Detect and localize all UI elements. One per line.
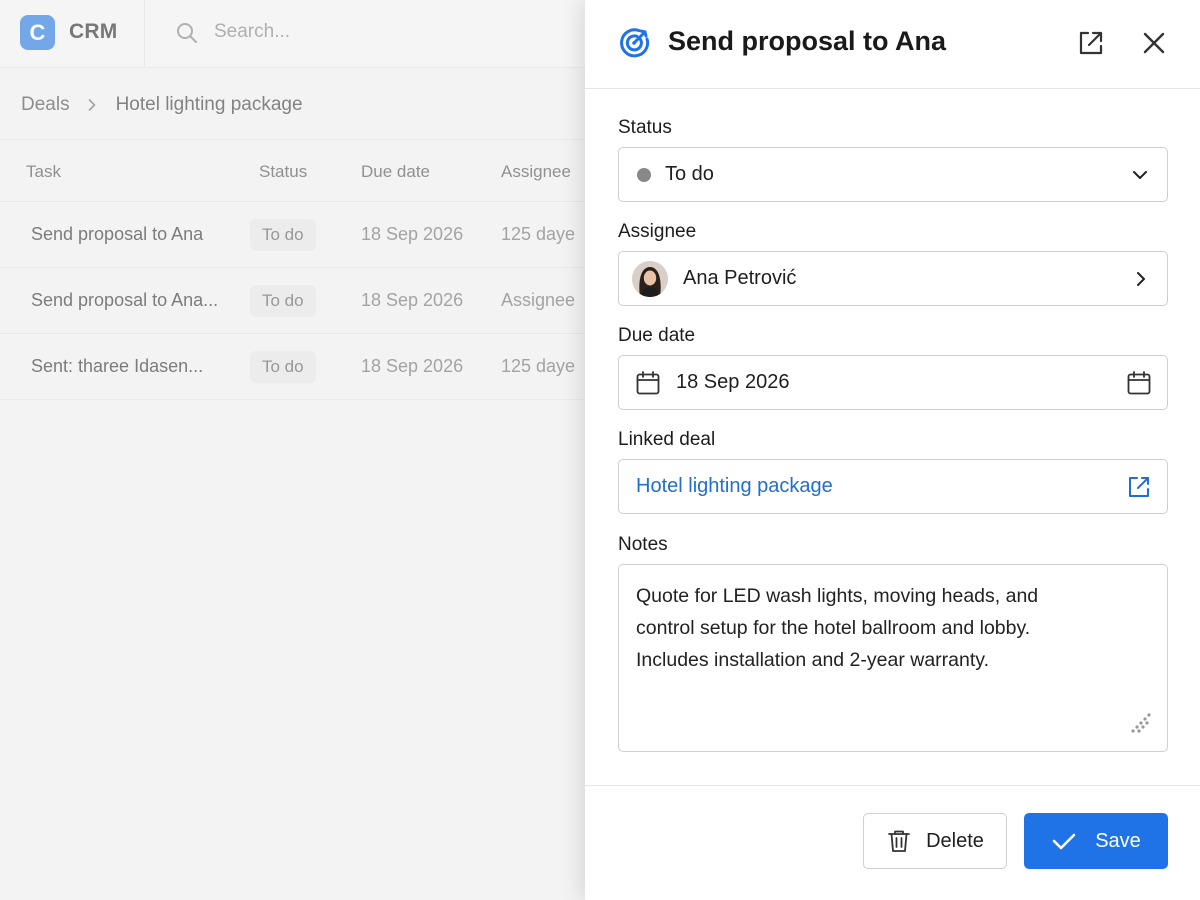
- due-date-value: 18 Sep 2026: [676, 371, 790, 393]
- check-icon: [1052, 833, 1076, 850]
- panel-header: Send proposal to Ana: [585, 0, 1200, 89]
- task-detail-panel: Send proposal to Ana Status To do Assign…: [585, 0, 1200, 900]
- status-select[interactable]: To do: [618, 147, 1168, 202]
- delete-label: Delete: [926, 829, 984, 852]
- panel-title: Send proposal to Ana: [668, 26, 947, 56]
- chevron-right-icon: [1137, 272, 1145, 286]
- assignee-value: Ana Petrović: [683, 267, 797, 289]
- close-icon[interactable]: [1138, 27, 1170, 59]
- calendar-icon: [636, 371, 660, 395]
- assignee-label: Assignee: [618, 221, 697, 242]
- avatar: [632, 261, 668, 297]
- calendar-picker-icon[interactable]: [1125, 369, 1153, 397]
- target-icon: [620, 28, 650, 58]
- save-button[interactable]: Save: [1024, 813, 1168, 869]
- linked-deal-field[interactable]: Hotel lighting package: [618, 459, 1168, 514]
- resize-handle-icon[interactable]: [1125, 709, 1155, 739]
- notes-text: Quote for LED wash lights, moving heads,…: [636, 585, 1039, 671]
- assignee-field[interactable]: Ana Petrović: [618, 251, 1168, 306]
- linked-deal-label: Linked deal: [618, 429, 716, 450]
- notes-textarea[interactable]: Quote for LED wash lights, moving heads,…: [618, 564, 1168, 752]
- due-date-label: Due date: [618, 325, 696, 346]
- panel-footer: Delete Save: [585, 785, 1200, 900]
- chevron-down-icon: [1133, 171, 1147, 179]
- trash-icon: [888, 830, 910, 852]
- status-dot: [637, 168, 651, 182]
- due-date-field[interactable]: 18 Sep 2026: [618, 355, 1168, 410]
- open-external-icon[interactable]: [1125, 473, 1153, 501]
- notes-label: Notes: [618, 534, 668, 555]
- delete-button[interactable]: Delete: [863, 813, 1007, 869]
- linked-deal-link[interactable]: Hotel lighting package: [636, 475, 833, 498]
- status-label: Status: [618, 117, 672, 138]
- save-label: Save: [1095, 829, 1141, 852]
- open-external-icon[interactable]: [1074, 27, 1106, 59]
- status-value: To do: [665, 163, 714, 185]
